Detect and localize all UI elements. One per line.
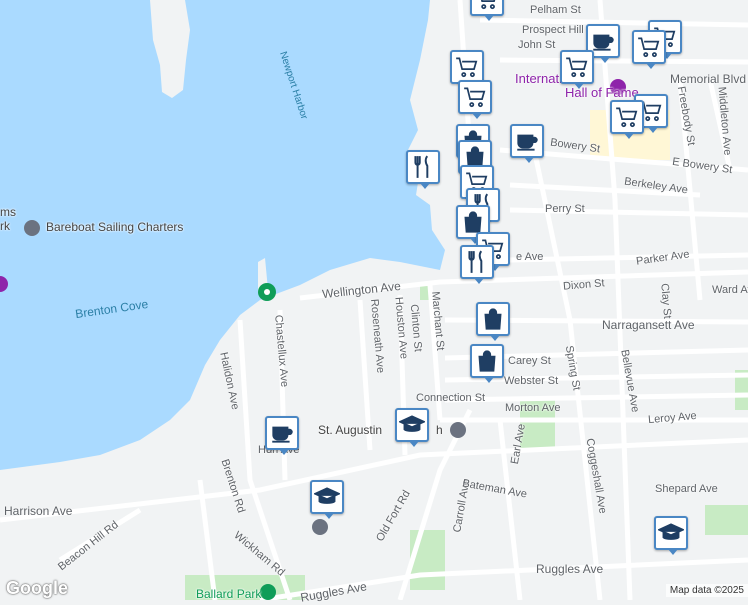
- bareboat-label[interactable]: Bareboat Sailing Charters: [46, 220, 183, 234]
- coffee-cup-icon: [272, 426, 293, 443]
- map-attribution[interactable]: Map data ©2025: [665, 584, 748, 597]
- shop-cart-marker[interactable]: [458, 80, 492, 119]
- shopping-bag-icon: [484, 308, 502, 330]
- shopping-cart-icon: [456, 57, 478, 78]
- shop-cart-marker[interactable]: [470, 0, 504, 21]
- street-label: Perry St: [545, 203, 585, 215]
- bareboat-pin-icon[interactable]: [24, 220, 40, 236]
- church-label-suffix: h: [436, 423, 443, 437]
- ballard-park-label[interactable]: Ballard Park: [196, 587, 261, 601]
- street-label: Webster St: [504, 375, 559, 387]
- shop-bag-marker[interactable]: [470, 344, 504, 383]
- street-label: Ruggles Ave: [536, 562, 604, 576]
- street-label: Prospect Hill: [522, 24, 584, 36]
- street-label: Carey St: [508, 355, 551, 367]
- shopping-cart-icon: [464, 87, 486, 108]
- coffee-cup-icon: [517, 134, 538, 151]
- graduation-cap-icon: [314, 487, 340, 504]
- shopping-cart-icon: [616, 107, 638, 128]
- shopping-cart-icon: [566, 57, 588, 78]
- shop-bag-marker[interactable]: [476, 302, 510, 341]
- park-area: [410, 530, 445, 590]
- fork-knife-icon: [468, 250, 483, 273]
- street-label: Shepard Ave: [655, 483, 718, 495]
- fork-knife-icon: [414, 155, 429, 178]
- school-marker[interactable]: [654, 516, 688, 555]
- restaurant-marker[interactable]: [406, 150, 440, 189]
- street-label: John St: [518, 39, 556, 51]
- street-label: Memorial Blvd: [670, 72, 747, 86]
- shopping-cart-icon: [480, 0, 496, 10]
- shop-cart-marker[interactable]: [450, 50, 484, 89]
- graduation-cap-icon: [658, 523, 684, 540]
- church-pin-icon[interactable]: [450, 422, 466, 438]
- shop-cart-marker[interactable]: [632, 30, 666, 69]
- left-edge-label2: rk: [0, 219, 10, 233]
- shopping-bag-icon: [478, 350, 496, 372]
- street-label: Pelham St: [530, 4, 581, 16]
- street-label: Harrison Ave: [4, 504, 73, 518]
- harbor-water: [0, 0, 445, 470]
- park-pin-dot: [264, 289, 270, 295]
- school-marker[interactable]: [395, 408, 429, 447]
- school-marker[interactable]: [310, 480, 344, 519]
- coffee-marker[interactable]: [510, 124, 544, 163]
- shop-cart-marker[interactable]: [560, 50, 594, 89]
- google-logo: Google: [6, 578, 68, 598]
- street-label: Morton Ave: [505, 402, 561, 414]
- church-label[interactable]: St. Augustin: [318, 423, 382, 437]
- left-edge-label: ms: [0, 205, 16, 219]
- street-label: Ward Av: [712, 284, 748, 296]
- street-label: e Ave: [516, 251, 544, 263]
- school-pin-icon[interactable]: [312, 519, 328, 535]
- park-area: [705, 505, 748, 535]
- shop-cart-marker[interactable]: [610, 100, 644, 139]
- shopping-cart-icon: [638, 37, 660, 58]
- graduation-cap-icon: [399, 415, 425, 432]
- coffee-cup-icon: [593, 34, 614, 51]
- ballard-park-pin-icon[interactable]: [260, 584, 276, 600]
- street-label: Narragansett Ave: [602, 318, 695, 332]
- restaurant-marker[interactable]: [460, 245, 494, 284]
- street-label: Connection St: [416, 392, 486, 404]
- coffee-marker[interactable]: [265, 416, 299, 455]
